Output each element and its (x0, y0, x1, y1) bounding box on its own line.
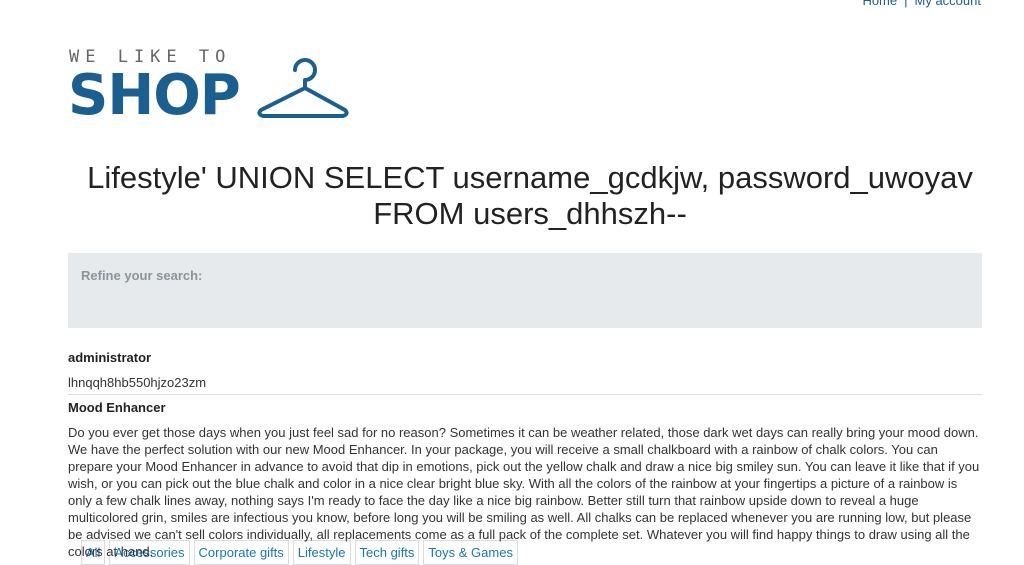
top-navigation: Home | My account (862, 0, 981, 8)
product-name: Mood Enhancer (68, 400, 166, 415)
product-description: Do you ever get those days when you just… (68, 425, 980, 559)
result-username: administrator (68, 350, 152, 365)
page-title: Lifestyle' UNION SELECT username_gcdkjw,… (87, 160, 973, 231)
logo-brand: SHOP (68, 63, 241, 128)
site-logo[interactable]: WE LIKE TO SHOP (68, 47, 358, 128)
hanger-icon (257, 58, 349, 118)
results-table: administrator lhnqqh8hb550hjzo23zm Mood … (68, 343, 982, 560)
result-password: lhnqqh8hb550hjzo23zm (68, 375, 982, 395)
filter-panel: Refine your search: All Accessories Corp… (68, 253, 982, 565)
home-link[interactable]: Home (862, 0, 897, 8)
nav-separator: | (904, 0, 908, 8)
my-account-link[interactable]: My account (915, 0, 981, 8)
refine-search-label: Refine your search: (81, 268, 203, 283)
